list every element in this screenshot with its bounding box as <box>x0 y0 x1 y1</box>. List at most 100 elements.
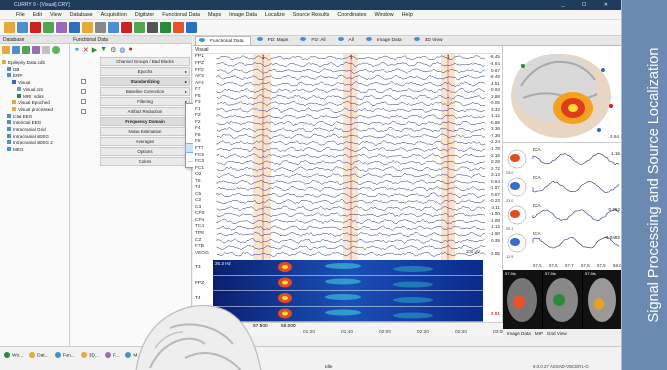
settings-icon[interactable] <box>147 22 158 33</box>
channel-label[interactable]: F4 <box>195 126 201 131</box>
functional-step[interactable]: Frequency Domain <box>100 117 190 126</box>
channel-label[interactable]: O2 <box>195 172 201 177</box>
menu-item[interactable]: Help <box>398 10 417 19</box>
functional-step[interactable]: Filtering ▸ <box>81 97 190 106</box>
functional-step[interactable]: Artifact Reduction▸ <box>81 107 190 116</box>
tree-item[interactable]: Intracranial sEEG <box>2 133 53 141</box>
channel-label[interactable]: FZ <box>195 113 201 118</box>
menu-item[interactable]: Acquisition <box>97 10 131 19</box>
tree-item[interactable]: Epilepsy Data.cdb <box>2 60 53 67</box>
tree-item[interactable]: Intracranial Grid <box>2 127 53 134</box>
copy-icon[interactable] <box>108 22 119 33</box>
user-icon[interactable] <box>12 46 20 54</box>
right-view-tab[interactable]: MIP <box>535 329 543 338</box>
right-view-tab[interactable]: Image Data <box>507 329 531 338</box>
settings-icon[interactable] <box>42 46 50 54</box>
delete-icon[interactable]: ✕ <box>83 46 89 54</box>
step-checkbox[interactable] <box>81 89 86 94</box>
menu-item[interactable]: Window <box>370 10 397 19</box>
new-icon[interactable] <box>43 22 54 33</box>
channel-label[interactable]: T8 <box>195 179 201 184</box>
filter-icon[interactable]: ▼ <box>100 46 107 54</box>
channel-label[interactable]: F5 <box>195 94 201 99</box>
refresh-icon[interactable] <box>52 46 60 54</box>
tree-item[interactable]: Visual.cnt <box>2 86 53 94</box>
tree-item[interactable]: Interictal EEG <box>2 120 53 127</box>
channel-label[interactable]: C3 <box>195 205 201 210</box>
menu-item[interactable]: Image Data <box>225 10 261 19</box>
add-icon[interactable] <box>22 46 30 54</box>
step-checkbox[interactable] <box>81 99 86 104</box>
link-icon[interactable]: ⚭ <box>74 46 80 54</box>
expand-arrow-icon[interactable]: ▸ <box>185 88 187 95</box>
print-icon[interactable] <box>95 22 106 33</box>
tf-channel-label[interactable]: FPZ <box>195 281 204 286</box>
functional-step[interactable]: Averages <box>100 137 190 146</box>
record-icon[interactable]: ● <box>128 46 132 54</box>
step-checkbox[interactable] <box>81 79 86 84</box>
save-icon[interactable] <box>17 22 28 33</box>
record-icon[interactable] <box>173 22 184 33</box>
functional-step[interactable]: Colors <box>100 157 190 166</box>
view-tab[interactable]: Functional Data <box>195 36 251 45</box>
group-icon[interactable] <box>32 46 40 54</box>
channel-label[interactable]: C2 <box>195 198 201 203</box>
channel-label[interactable]: AF3 <box>195 74 204 79</box>
tree-item[interactable]: Visual <box>2 80 53 87</box>
task-tab[interactable]: 3D... <box>80 352 99 358</box>
channel-label[interactable]: F6 <box>195 133 201 138</box>
folder-icon[interactable] <box>82 22 93 33</box>
import-icon[interactable] <box>56 22 67 33</box>
channel-label[interactable]: F7B <box>195 244 204 249</box>
view-tab[interactable]: Image Data <box>363 36 408 45</box>
task-tab[interactable]: Dat... <box>29 352 49 358</box>
tree-item[interactable]: DB <box>2 66 53 74</box>
task-tab[interactable]: Wo... <box>4 352 23 358</box>
menu-item[interactable]: Localize <box>261 10 289 19</box>
functional-step[interactable]: Options <box>100 147 190 156</box>
help-icon[interactable] <box>186 22 197 33</box>
task-tab[interactable]: F... <box>104 352 119 358</box>
tree-item[interactable]: Visual processed <box>2 106 53 114</box>
channel-label[interactable]: FC1 <box>195 166 204 171</box>
view-tab[interactable]: All <box>335 36 360 45</box>
channel-label[interactable]: F8 <box>195 139 201 144</box>
channel-label[interactable]: F2 <box>195 120 201 125</box>
folder-icon[interactable] <box>2 46 10 54</box>
tree-item[interactable]: Ictal EEG <box>2 113 53 121</box>
tree-item[interactable]: Intracranial sEEG 2 <box>2 140 53 147</box>
3d-head-view[interactable]: 3.64 <box>503 46 621 142</box>
tree-item[interactable]: Visual Epoched <box>2 100 53 107</box>
channel-label[interactable]: F7 <box>195 87 201 92</box>
task-tab[interactable]: Fun... <box>54 352 75 358</box>
menu-item[interactable]: Source Results <box>289 10 334 19</box>
functional-step[interactable]: Channel Groups / Bad Blocks <box>100 57 190 66</box>
eeg-trace-view[interactable]: Visual 111 FP1 -8.45 FPZ -4.64 FP2 0.67 AF3 -8.… <box>193 46 503 260</box>
channel-label[interactable]: FT7 <box>195 146 204 151</box>
channel-label[interactable]: FC3 <box>195 159 204 164</box>
functional-step[interactable]: Baseline Correction ▸ <box>81 87 190 96</box>
channel-label[interactable]: TP8 <box>195 231 204 236</box>
ica-components-view[interactable]: ICA 1.16 25.0 ICA 23.0 ICA 0.262 25.1 ICA -0.0482… <box>503 142 621 270</box>
play-icon[interactable] <box>160 22 171 33</box>
channel-label[interactable]: F3 <box>195 100 201 105</box>
channel-label[interactable]: CPZ <box>195 211 205 216</box>
export-icon[interactable] <box>69 22 80 33</box>
channel-label[interactable]: TC4 <box>195 224 204 229</box>
menu-item[interactable]: View <box>46 10 66 19</box>
channel-label[interactable]: FC5 <box>195 153 204 158</box>
globe-icon[interactable]: ◍ <box>119 46 125 54</box>
functional-step[interactable]: Standardizing ▸ <box>81 77 190 86</box>
expand-arrow-icon[interactable]: ▸ <box>185 68 187 75</box>
delete-icon[interactable] <box>121 22 132 33</box>
mri-slices-view[interactable]: 57.5ts 57.5ts 57.5ts <box>503 270 621 332</box>
menu-item[interactable]: Digitizer <box>131 10 158 19</box>
channel-label[interactable]: F1 <box>195 107 201 112</box>
expand-arrow-icon[interactable]: ▸ <box>185 78 187 85</box>
step-checkbox[interactable] <box>81 109 86 114</box>
menu-item[interactable]: Edit <box>29 10 46 19</box>
play-icon[interactable]: ▶ <box>92 46 97 54</box>
tree-item[interactable]: ERP <box>2 73 53 80</box>
tree-item[interactable]: MRI: sdirs <box>2 93 53 101</box>
channel-label[interactable]: AF4 <box>195 81 204 86</box>
